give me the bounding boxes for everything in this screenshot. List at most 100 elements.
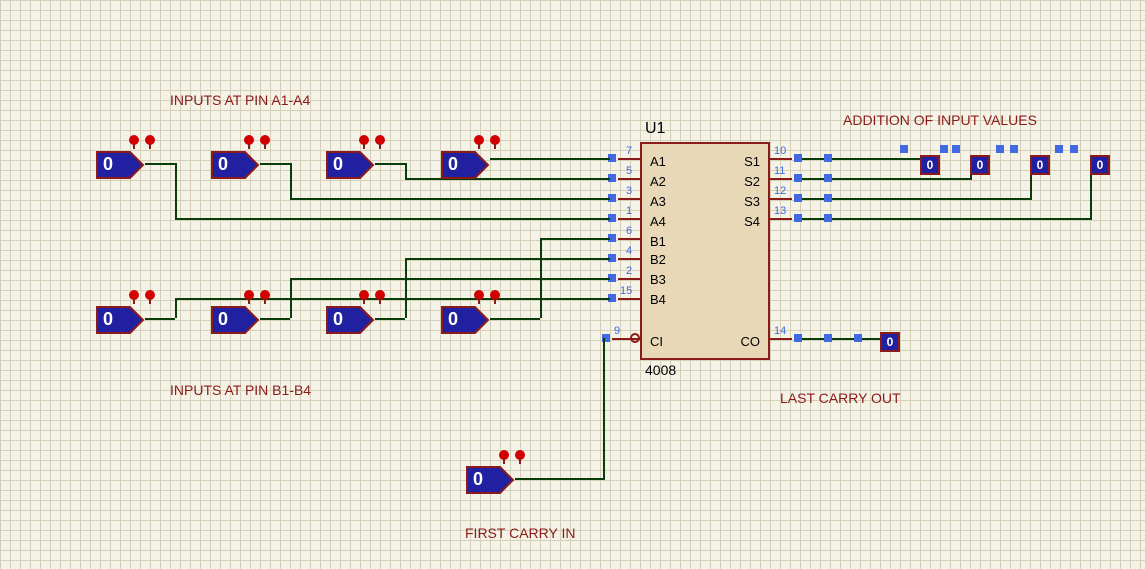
wire [290,278,610,280]
pin-dot [900,145,908,153]
wire [260,318,290,320]
logic-input-b-0[interactable]: 0 [95,305,145,335]
schematic-canvas: INPUTS AT PIN A1-A4 INPUTS AT PIN B1-B4 … [0,0,1145,569]
pin-dot [794,214,802,222]
pin-num-10: 10 [774,145,786,157]
wire [145,163,175,165]
chip-part: 4008 [645,362,676,378]
pin-label-S3: S3 [744,194,760,209]
wire [405,258,407,318]
pin-label-S4: S4 [744,214,760,229]
probe-icon [373,290,387,304]
pin-stub [618,238,640,240]
logic-input-a-1[interactable]: 0 [210,150,260,180]
logic-input-value: 0 [333,154,343,175]
probe-icon [357,290,371,304]
wire [490,318,540,320]
pin-label-B1: B1 [650,234,666,249]
probe-icon [513,450,527,464]
probe-icon [472,135,486,149]
pin-stub [618,158,640,160]
pin-stub [618,278,640,280]
pin-stub [770,178,792,180]
pin-dot [952,145,960,153]
chip-4008[interactable]: A1 A2 A3 A4 B1 B2 B3 B4 CI S1 S2 S3 S4 C… [640,142,770,360]
label-inputs-a: INPUTS AT PIN A1-A4 [170,92,310,108]
probe-icon [488,135,502,149]
probe-icon [488,290,502,304]
pin-stub [618,298,640,300]
logic-input-value: 0 [473,469,483,490]
pin-dot [824,334,832,342]
probe-icon [258,290,272,304]
pin-stub [618,218,640,220]
pin-num-5: 5 [626,165,632,177]
probe-icon [373,135,387,149]
pin-label-B3: B3 [650,272,666,287]
pin-label-S1: S1 [744,154,760,169]
wire [802,338,880,340]
logic-output-s3: 0 [1030,155,1050,175]
logic-input-a-3[interactable]: 0 [440,150,490,180]
pin-label-B4: B4 [650,292,666,307]
wire [290,198,610,200]
pin-label-CO: CO [741,334,761,349]
logic-input-b-1[interactable]: 0 [210,305,260,335]
pin-dot [824,214,832,222]
probe-icon [472,290,486,304]
pin-dot [854,334,862,342]
wire [802,198,1032,200]
wire [802,218,1092,220]
pin-dot [996,145,1004,153]
pin-stub [618,198,640,200]
pin-stub [618,258,640,260]
logic-output-s2: 0 [970,155,990,175]
wire [290,163,292,200]
logic-input-a-0[interactable]: 0 [95,150,145,180]
wire [540,238,610,240]
pin-dot [1010,145,1018,153]
logic-input-a-2[interactable]: 0 [325,150,375,180]
label-inputs-b: INPUTS AT PIN B1-B4 [170,382,311,398]
pin-num-2: 2 [626,265,632,277]
probe-icon [242,135,256,149]
pin-num-4: 4 [626,245,632,257]
pin-dot [794,174,802,182]
logic-input-b-3[interactable]: 0 [440,305,490,335]
logic-input-b-2[interactable]: 0 [325,305,375,335]
pin-label-A2: A2 [650,174,666,189]
pin-num-9: 9 [614,325,620,337]
probe-icon [143,135,157,149]
pin-num-12: 12 [774,185,786,197]
wire [515,478,605,480]
wire [802,158,922,160]
pin-dot [824,194,832,202]
pin-dot [794,194,802,202]
pin-num-11: 11 [774,165,785,177]
logic-input-value: 0 [448,309,458,330]
pin-label-S2: S2 [744,174,760,189]
probe-icon [242,290,256,304]
pin-num-14: 14 [774,325,786,337]
logic-output-s1: 0 [920,155,940,175]
chip-ref: U1 [645,120,665,138]
wire [175,218,610,220]
pin-dot [824,154,832,162]
label-carry-in: FIRST CARRY IN [465,525,575,541]
pin-dot [1055,145,1063,153]
wire [260,163,290,165]
pin-stub [770,218,792,220]
label-output-sum: ADDITION OF INPUT VALUES [843,112,1037,128]
wire [145,318,175,320]
pin-stub [770,338,792,340]
wire [490,158,610,160]
logic-input-ci-0[interactable]: 0 [465,465,515,495]
pin-num-7: 7 [626,145,632,157]
probe-icon [497,450,511,464]
probe-icon [357,135,371,149]
wire [405,258,610,260]
pin-label-A3: A3 [650,194,666,209]
logic-input-value: 0 [218,154,228,175]
wire [375,318,405,320]
logic-input-value: 0 [103,309,113,330]
